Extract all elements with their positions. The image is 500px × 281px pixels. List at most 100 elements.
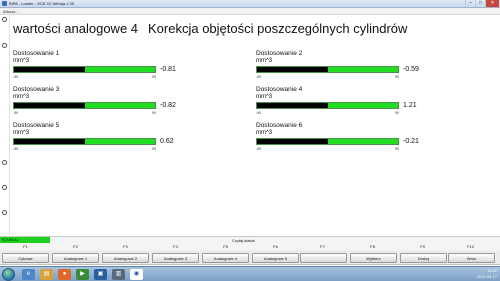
radio-button-4[interactable] [2,185,7,190]
fkey-label: F2 [73,244,78,249]
gauge-unit: mm^3 [13,94,30,100]
gauge-indicator [14,139,85,144]
radio-button-2[interactable] [2,43,7,48]
document-icon[interactable]: ▥ [112,269,125,280]
fkey-label: F3 [123,244,128,249]
gauge-min: -99 [13,147,19,151]
function-key-labels: F1 F2 F3 F4 F5 F6 F7 F8 F9 F10 [0,243,500,250]
maximize-icon[interactable]: □ [475,0,485,7]
gauge-unit: mm^3 [256,130,273,136]
fkey-label: F1 [23,244,28,249]
gauge-value: 0.62 [160,138,174,145]
fkey-label: F7 [320,244,325,249]
window-controls: – □ ✕ [465,0,499,7]
bmw-icon[interactable]: ◉ [130,269,143,280]
gauge-dostosowanie-5: Dostosowanie 5 mm^3 -99 99 0.62 [13,122,213,154]
gauge-min: -99 [13,75,19,79]
gauge-indicator [14,103,85,108]
gauge-indicator [257,67,328,72]
gauge-label: Dostosowanie 2 [256,50,303,57]
function-button-bar: Cykowe Analogowe 1 Analogowe 2 Analogowe… [0,250,500,265]
fkey-label: F4 [173,244,178,249]
gauge-value: -0.59 [403,66,419,73]
gauge-max: 99 [152,147,156,151]
gauge-indicator [257,139,328,144]
menu-bar: Arkusz... [0,8,500,15]
gauge-bar [256,66,399,73]
radio-button-5[interactable] [2,210,7,215]
page-subtitle: Korekcja objętości poszczególnych cylind… [148,21,408,36]
button-analogowe-3[interactable]: Analogowe 3 [152,253,199,263]
button-analogowe-4[interactable]: Analogowe 4 [202,253,249,263]
media-icon[interactable]: ▶ [76,269,89,280]
gauge-min: -99 [256,147,262,151]
gauge-value: -0.21 [403,138,419,145]
close-icon[interactable]: ✕ [485,0,499,7]
gauge-max: 99 [395,75,399,79]
application-window: BIPA - Loader - SCE-V2 Wersja 1.39 – □ ✕… [0,0,500,281]
gauge-max: 99 [395,111,399,115]
gauge-dostosowanie-6: Dostosowanie 6 mm^3 -99 99 -0.21 [256,122,456,154]
gauge-bar [13,138,156,145]
gauge-min: -99 [256,75,262,79]
taskbar: e ▤ ● ▶ ▣ ▥ ◉ 10:21 2012-09-17 [0,266,500,281]
folder-icon[interactable]: ▤ [40,269,53,280]
start-button-icon[interactable] [2,268,15,281]
gauge-dostosowanie-2: Dostosowanie 2 mm^3 -99 99 -0.59 [256,50,456,82]
gauge-bar [256,102,399,109]
window-title: BIPA - Loader - SCE-V2 Wersja 1.39 [9,1,74,6]
gauge-dostosowanie-3: Dostosowanie 3 mm^3 -99 99 -0.82 [13,86,213,118]
gauge-min: -99 [256,111,262,115]
gauge-unit: mm^3 [256,58,273,64]
gauge-label: Dostosowanie 1 [13,50,60,57]
button-analogowe-2[interactable]: Analogowe 2 [102,253,149,263]
gauge-label: Dostosowanie 6 [256,122,303,129]
fkey-label: F9 [420,244,425,249]
gauge-value: -0.81 [160,66,176,73]
gauge-max: 99 [152,75,156,79]
gauge-dostosowanie-4: Dostosowanie 4 mm^3 -99 99 1.21 [256,86,456,118]
gauge-label: Dostosowanie 4 [256,86,303,93]
button-analogowe-5[interactable]: Analogowe 5 [252,253,299,263]
app-icon [2,1,7,6]
radio-button-1[interactable] [2,17,7,22]
gauge-value: 1.21 [403,102,417,109]
gauge-unit: mm^3 [256,94,273,100]
fkey-label: F8 [370,244,375,249]
firefox-icon[interactable]: ● [58,269,71,280]
gauge-indicator [257,103,328,108]
gauge-bar [13,102,156,109]
left-divider [9,15,10,235]
button-analogowe-1[interactable]: Analogowe 1 [52,253,99,263]
button-wybierz[interactable]: Wybierz [350,253,397,263]
clock[interactable]: 10:21 2012-09-17 [477,268,497,280]
ie-icon[interactable]: e [22,269,35,280]
clock-date: 2012-09-17 [476,274,497,279]
gauge-max: 99 [395,147,399,151]
gauge-unit: mm^3 [13,58,30,64]
fkey-label: F6 [273,244,278,249]
gauge-bar [256,138,399,145]
clock-time: 10:21 [486,268,497,273]
gauge-indicator [14,67,85,72]
fkey-label: F5 [223,244,228,249]
gauge-label: Dostosowanie 3 [13,86,60,93]
gauge-dostosowanie-1: Dostosowanie 1 mm^3 -99 99 -0.81 [13,50,213,82]
button-f7-empty[interactable] [300,253,347,263]
menu-item-arkusz[interactable]: Arkusz... [3,8,19,15]
page-title: wartości analogowe 4 [13,21,139,36]
minimize-icon[interactable]: – [465,0,475,7]
fkey-label: F10 [467,244,474,249]
gauge-max: 99 [152,111,156,115]
button-cykowe[interactable]: Cykowe [2,253,49,263]
gauge-value: -0.82 [160,102,176,109]
title-bar: BIPA - Loader - SCE-V2 Wersja 1.39 – □ ✕ [0,0,500,8]
status-bar: ECMN0A1 Czytaj status [0,236,500,244]
gauge-label: Dostosowanie 5 [13,122,60,129]
gauge-bar [13,66,156,73]
radio-button-3[interactable] [2,160,7,165]
gauge-min: -99 [13,111,19,115]
button-drukuj[interactable]: Drukuj [400,253,447,263]
button-wroc[interactable]: Wróć [448,253,495,263]
app-taskbar-icon[interactable]: ▣ [94,269,107,280]
